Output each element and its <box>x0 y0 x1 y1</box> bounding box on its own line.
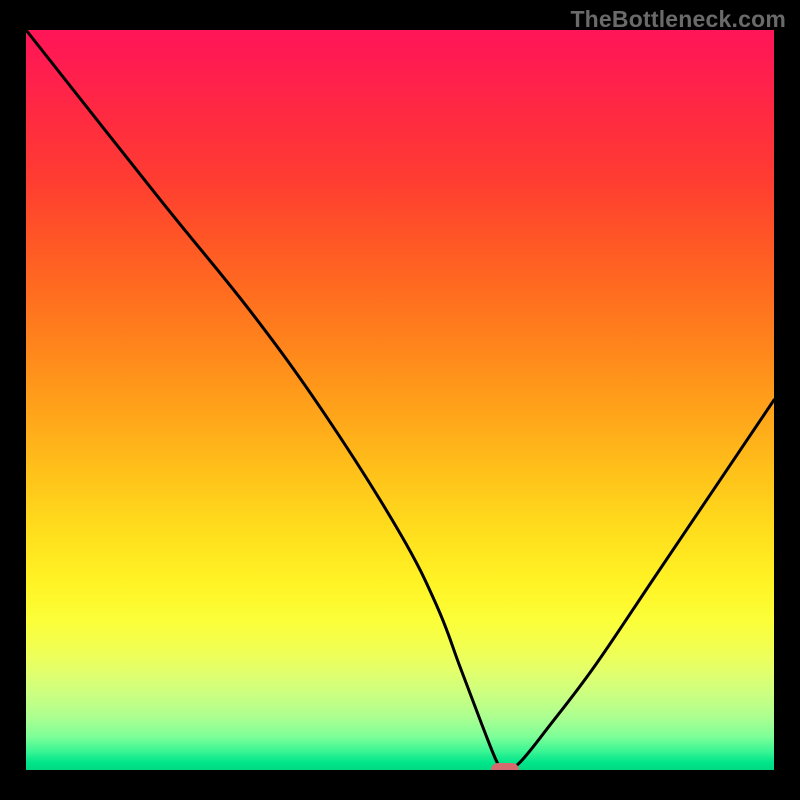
bottleneck-curve <box>26 30 774 770</box>
optimal-point-marker <box>491 763 519 770</box>
chart-container: TheBottleneck.com <box>0 0 800 800</box>
watermark-text: TheBottleneck.com <box>570 6 786 33</box>
plot-area <box>26 30 774 770</box>
